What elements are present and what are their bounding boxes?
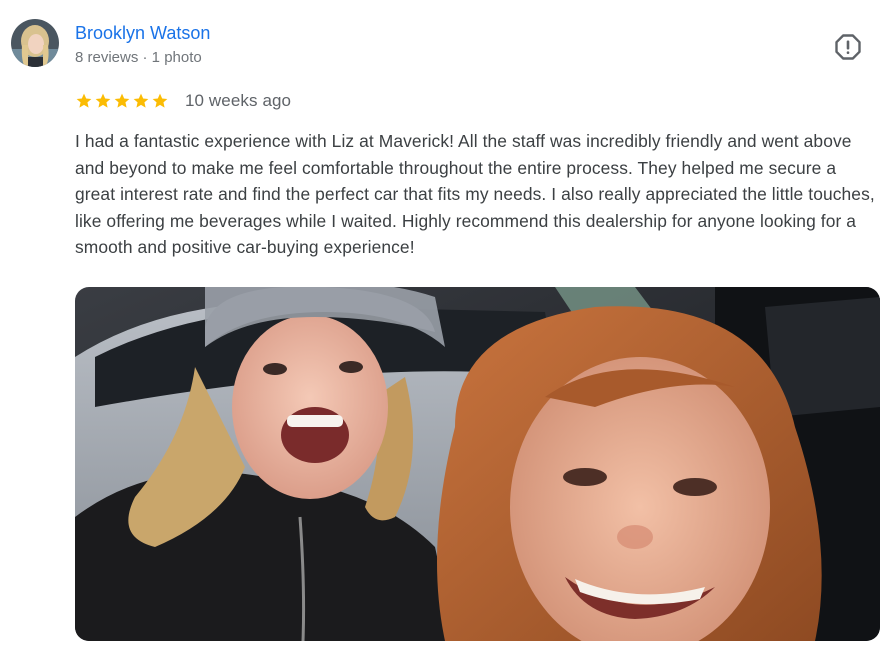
star-icon — [95, 93, 111, 108]
star-icon — [133, 93, 149, 108]
star-icon — [152, 93, 168, 108]
avatar-photo — [11, 19, 59, 67]
review-card: Brooklyn Watson 8 reviews · 1 photo 10 w… — [0, 0, 892, 664]
rating-row: 10 weeks ago — [75, 89, 291, 113]
review-photo[interactable] — [75, 287, 880, 641]
review-date: 10 weeks ago — [185, 91, 292, 110]
selfie-photo — [75, 287, 880, 641]
review-text: I had a fantastic experience with Liz at… — [75, 131, 875, 257]
star-rating — [75, 92, 169, 110]
star-icon — [114, 93, 130, 108]
author-name-link[interactable]: Brooklyn Watson — [75, 22, 210, 44]
author-avatar[interactable] — [11, 19, 59, 67]
star-icon — [76, 93, 92, 108]
author-meta: 8 reviews · 1 photo — [75, 49, 202, 66]
report-flag-icon[interactable] — [834, 33, 862, 61]
